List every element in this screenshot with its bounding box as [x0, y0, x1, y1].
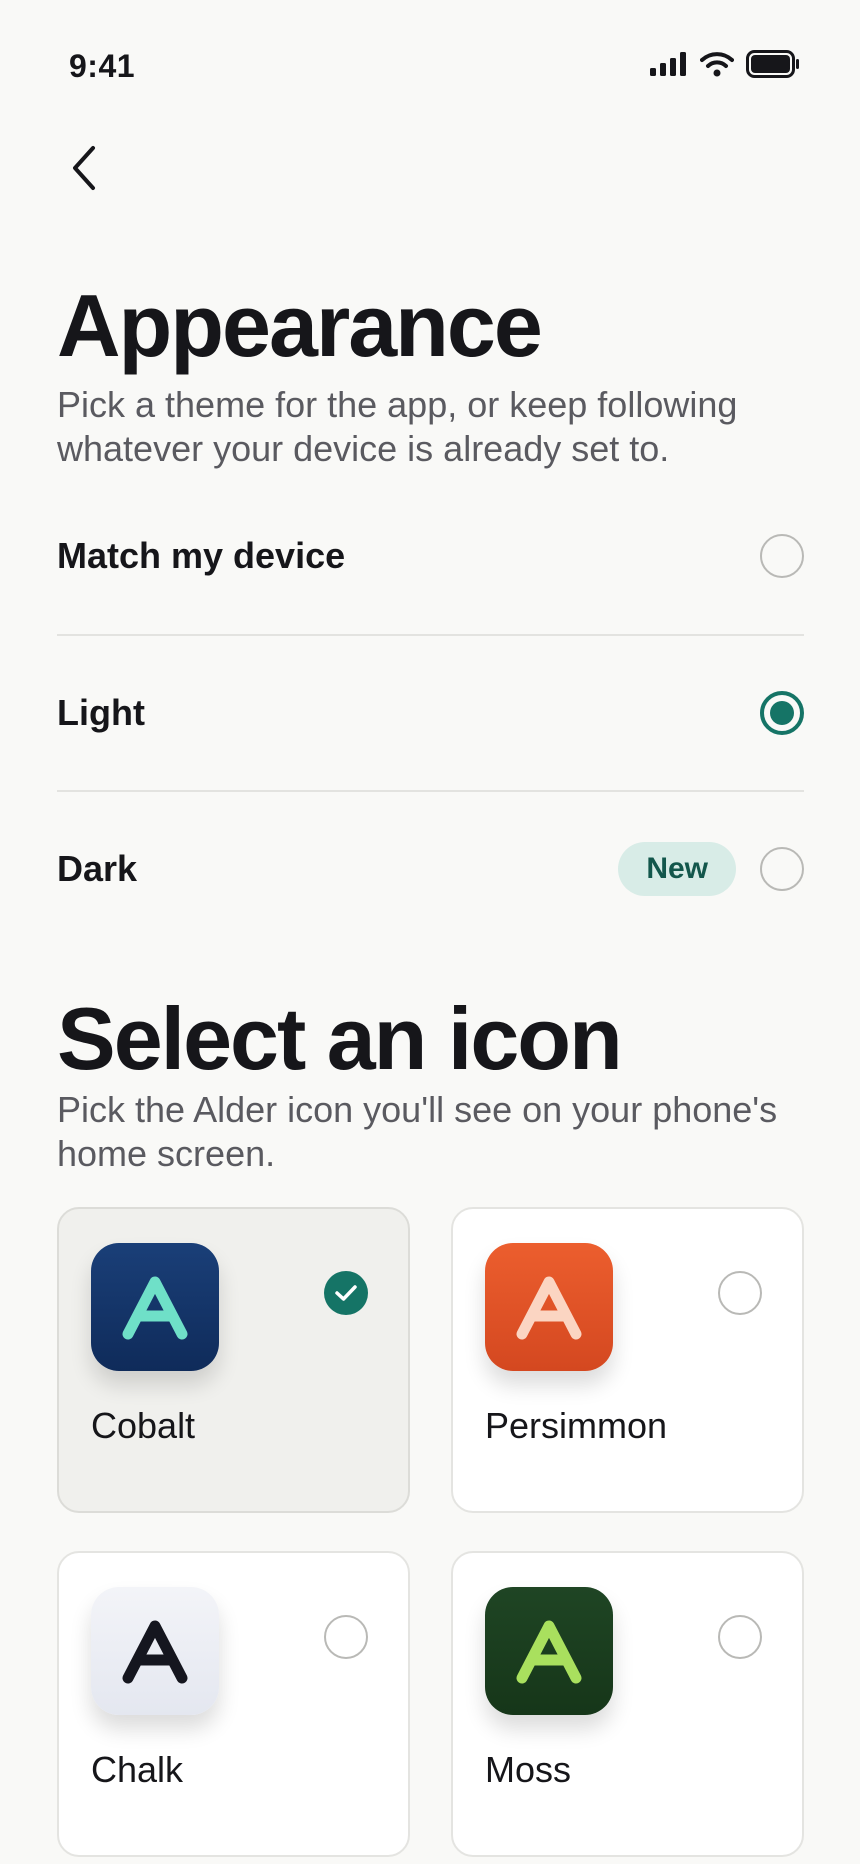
radio-unselected[interactable] — [324, 1615, 368, 1659]
status-time: 9:41 — [69, 48, 136, 84]
status-bar: 9:41 — [0, 0, 860, 132]
icon-card-cobalt[interactable]: Cobalt — [57, 1207, 410, 1513]
appearance-description: Pick a theme for the app, or keep follow… — [57, 384, 738, 469]
icon-picker-title: Select an icon — [57, 989, 623, 1088]
chevron-left-icon — [69, 144, 99, 197]
icon-card-label: Persimmon — [485, 1405, 668, 1446]
icon-card-moss[interactable]: Moss — [451, 1551, 804, 1857]
app-icon-moss — [485, 1587, 613, 1715]
app-icon-chalk — [91, 1587, 219, 1715]
theme-option-label: Match my device — [57, 535, 346, 576]
app-icon-persimmon — [485, 1243, 613, 1371]
icon-card-persimmon[interactable]: Persimmon — [451, 1207, 804, 1513]
radio-selected[interactable] — [760, 691, 804, 735]
theme-option-label: Dark — [57, 848, 138, 889]
icon-card-label: Cobalt — [91, 1405, 196, 1446]
back-button[interactable] — [56, 140, 112, 200]
check-icon[interactable] — [324, 1271, 368, 1315]
letter-a-icon — [122, 1620, 188, 1684]
icon-card-chalk[interactable]: Chalk — [57, 1551, 410, 1857]
radio-unselected[interactable] — [760, 847, 804, 891]
theme-option-match-device[interactable]: Match my device — [57, 478, 804, 634]
radio-unselected[interactable] — [718, 1615, 762, 1659]
wifi-icon — [700, 51, 734, 77]
app-icon-cobalt — [91, 1243, 219, 1371]
new-badge: New — [618, 842, 736, 896]
letter-a-icon — [516, 1620, 582, 1684]
theme-option-light[interactable]: Light — [57, 634, 804, 790]
signal-icon — [650, 52, 688, 76]
letter-a-icon — [122, 1276, 188, 1340]
battery-icon — [746, 50, 800, 78]
radio-unselected[interactable] — [718, 1271, 762, 1315]
status-icons — [650, 50, 800, 78]
appearance-title: Appearance — [57, 276, 543, 375]
letter-a-icon — [516, 1276, 582, 1340]
radio-unselected[interactable] — [760, 534, 804, 578]
theme-options: Match my device Light Dark New — [57, 478, 804, 946]
theme-option-label: Light — [57, 692, 145, 733]
icon-card-label: Chalk — [91, 1749, 184, 1790]
theme-option-dark[interactable]: Dark New — [57, 790, 804, 946]
appearance-screen: 9:41 Appearance Pick a theme for the app… — [0, 0, 860, 1864]
icon-picker-description: Pick the Alder icon you'll see on your p… — [57, 1089, 778, 1174]
icon-card-label: Moss — [485, 1749, 572, 1790]
